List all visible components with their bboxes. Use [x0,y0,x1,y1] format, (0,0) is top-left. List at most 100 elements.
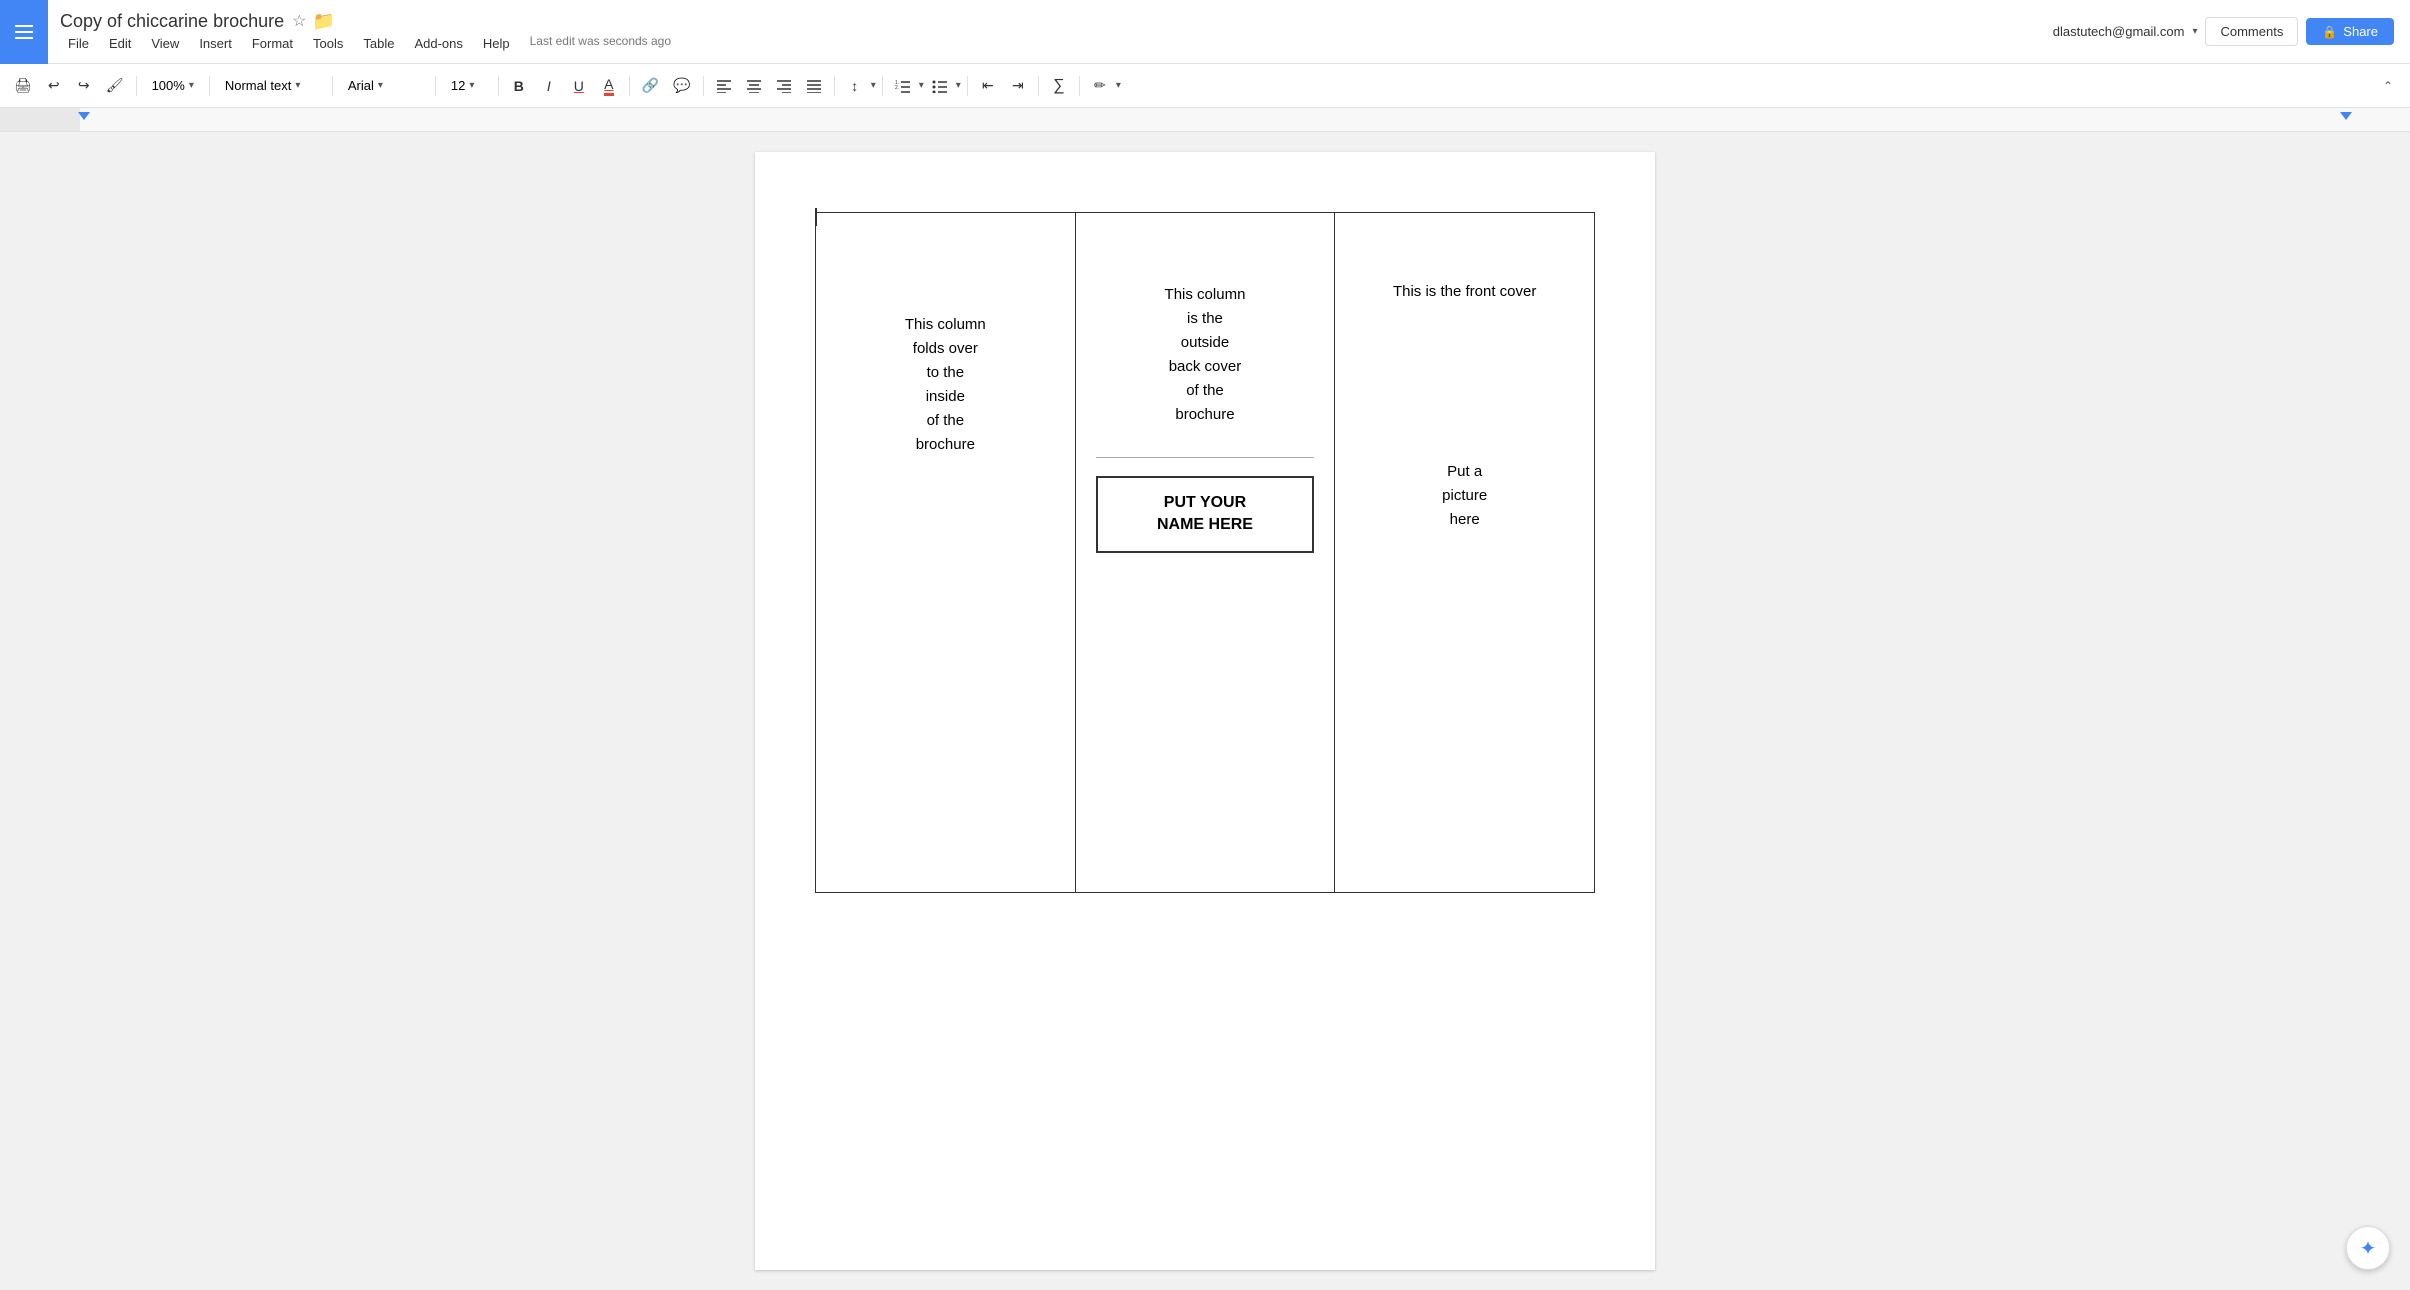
column-2-cell[interactable]: This columnis theoutsideback coverof the… [1075,213,1335,893]
star-icon[interactable]: ☆ [292,11,306,31]
menu-edit[interactable]: Edit [101,34,139,53]
italic-button[interactable]: I [535,71,563,101]
size-arrow: ▾ [469,80,474,91]
column-3-top-text: This is the front cover [1355,233,1574,460]
separator-4 [435,76,436,96]
menu-table[interactable]: Table [355,34,402,53]
column-3-cell[interactable]: This is the front cover Put apicturehere [1335,213,1595,893]
column-1-text: This columnfolds overto theinsideof theb… [836,233,1055,457]
style-dropdown[interactable]: Normal text ▾ [216,71,326,101]
style-arrow: ▾ [295,80,300,91]
pen-tool-button[interactable]: ✏ [1086,71,1114,101]
scroll-area[interactable]: This columnfolds overto theinsideof theb… [0,132,2410,1290]
svg-text:2.: 2. [895,85,899,91]
align-justify-button[interactable] [800,71,828,101]
share-button[interactable]: 🔒 Share [2306,18,2394,45]
name-box-line1: PUT YOUR [1164,494,1246,511]
column-1-cell[interactable]: This columnfolds overto theinsideof theb… [816,213,1076,893]
increase-indent-button[interactable]: ⇥ [1004,71,1032,101]
bullet-list-arrow[interactable]: ▾ [956,80,961,91]
paint-format-button[interactable]: 🖌 [100,71,130,101]
document-page: This columnfolds overto theinsideof theb… [755,152,1655,1270]
brochure-table: This columnfolds overto theinsideof theb… [815,212,1595,893]
print-button[interactable]: 🖨 [8,71,38,101]
collapse-toolbar-button[interactable]: ⌃ [2374,71,2402,101]
bold-button[interactable]: B [505,71,533,101]
menu-help[interactable]: Help [475,34,518,53]
column-3-bottom-text: Put apicturehere [1355,460,1574,532]
top-right-area: dlastutech@gmail.com ▾ Comments 🔒 Share [2053,17,2410,46]
title-icons: ☆ 📁 [292,11,335,32]
separator-12 [1079,76,1080,96]
doc-title-area: Copy of chiccarine brochure ☆ 📁 File Edi… [48,3,2053,61]
comment-button[interactable]: 💬 [667,71,696,101]
main-area: This columnfolds overto theinsideof theb… [0,132,2410,1290]
font-arrow: ▾ [378,80,383,91]
zoom-arrow: ▾ [189,80,194,91]
google-apps-button[interactable] [0,0,48,64]
share-label: Share [2343,24,2378,39]
line-spacing-button[interactable]: ↕ [841,71,869,101]
last-edit-status: Last edit was seconds ago [530,34,671,53]
functions-button[interactable]: ∑ [1045,71,1073,101]
menu-format[interactable]: Format [244,34,301,53]
email-dropdown-arrow[interactable]: ▾ [2192,26,2197,37]
ruler-left-indent-marker[interactable] [78,112,90,120]
ruler-right-indent-marker[interactable] [2340,112,2352,120]
separator-11 [1038,76,1039,96]
top-bar: Copy of chiccarine brochure ☆ 📁 File Edi… [0,0,2410,64]
folder-icon[interactable]: 📁 [312,11,334,32]
separator-3 [332,76,333,96]
underline-button[interactable]: U [565,71,593,101]
table-row: This columnfolds overto theinsideof theb… [816,213,1595,893]
menu-file[interactable]: File [60,34,97,53]
menu-bar: File Edit View Insert Format Tools Table… [60,34,2041,53]
separator-5 [498,76,499,96]
menu-insert[interactable]: Insert [191,34,240,53]
separator-7 [703,76,704,96]
link-button[interactable]: 🔗 [636,71,665,101]
separator-8 [834,76,835,96]
menu-view[interactable]: View [143,34,187,53]
separator-10 [967,76,968,96]
font-size-dropdown[interactable]: 12 ▾ [442,71,492,101]
separator-2 [209,76,210,96]
column-2-divider [1096,457,1315,458]
name-box-line2: NAME HERE [1157,516,1253,533]
align-center-button[interactable] [740,71,768,101]
pen-tool-arrow[interactable]: ▾ [1116,80,1121,91]
decrease-indent-button[interactable]: ⇤ [974,71,1002,101]
font-size-value: 12 [451,78,465,93]
zoom-value: 100% [152,78,185,93]
toolbar: 🖨 ↩ ↪ 🖌 100% ▾ Normal text ▾ Arial ▾ 12 … [0,64,2410,108]
text-color-button[interactable]: A [595,71,623,101]
ai-assistant-button[interactable]: ✦ [2346,1226,2390,1270]
separator-6 [629,76,630,96]
comments-button[interactable]: Comments [2205,17,2298,46]
menu-addons[interactable]: Add-ons [406,34,470,53]
redo-button[interactable]: ↪ [70,71,98,101]
doc-title-row: Copy of chiccarine brochure ☆ 📁 [60,11,2041,32]
menu-tools[interactable]: Tools [305,34,351,53]
align-left-button[interactable] [710,71,738,101]
line-spacing-arrow[interactable]: ▾ [871,80,876,91]
align-right-button[interactable] [770,71,798,101]
undo-button[interactable]: ↩ [40,71,68,101]
numbered-list-arrow[interactable]: ▾ [919,80,924,91]
hamburger-icon [15,25,33,39]
separator-1 [136,76,137,96]
numbered-list-button[interactable]: 1.2. [889,71,917,101]
user-email[interactable]: dlastutech@gmail.com [2053,24,2185,39]
ruler-right-margin [2350,131,2410,132]
font-value: Arial [348,78,374,93]
font-dropdown[interactable]: Arial ▾ [339,71,429,101]
text-color-label: A [604,76,613,96]
lock-icon: 🔒 [2322,25,2337,39]
name-box[interactable]: PUT YOUR NAME HERE [1096,476,1315,553]
column-2-top-text: This columnis theoutsideback coverof the… [1096,233,1315,447]
separator-9 [882,76,883,96]
zoom-dropdown[interactable]: 100% ▾ [143,71,203,101]
doc-title[interactable]: Copy of chiccarine brochure [60,11,284,32]
style-value: Normal text [225,78,291,93]
bullet-list-button[interactable] [926,71,954,101]
